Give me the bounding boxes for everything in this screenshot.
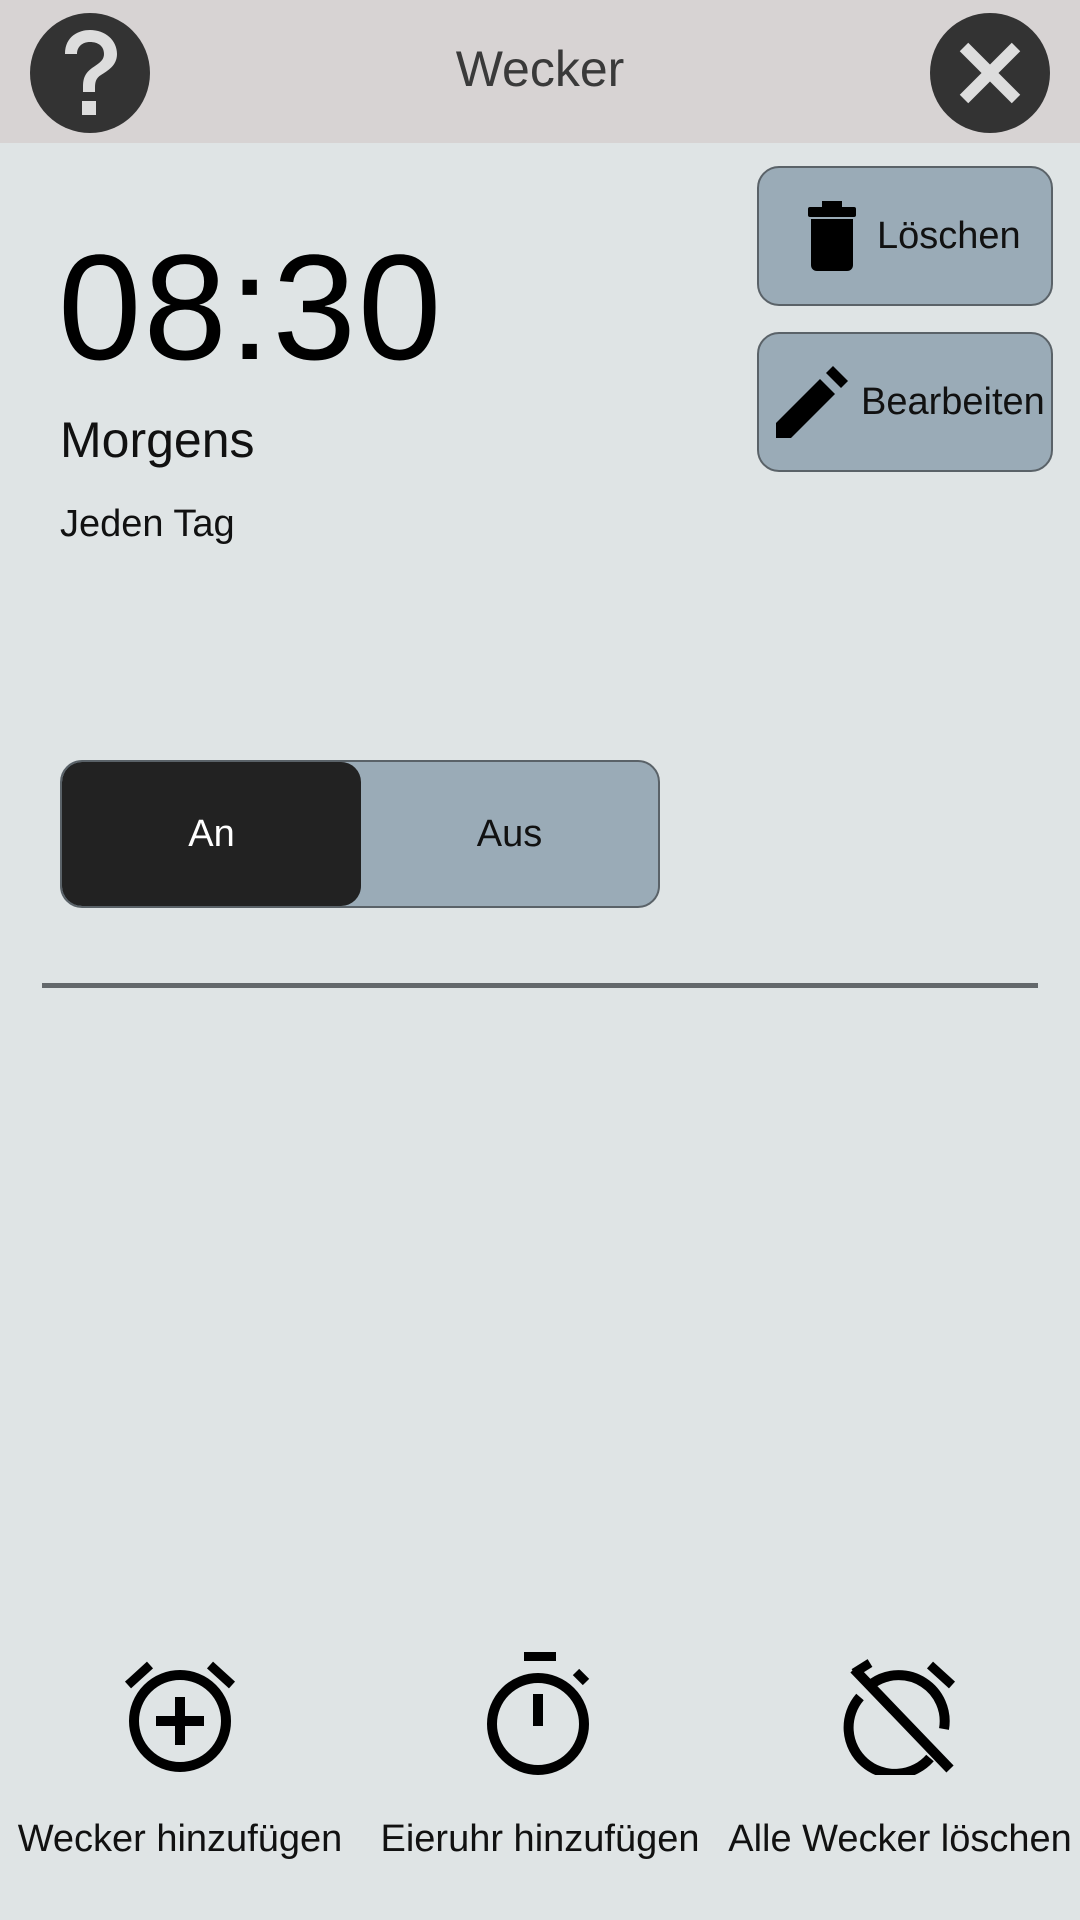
toggle-off-option[interactable]: Aus: [361, 762, 658, 906]
toggle-on-option[interactable]: An: [62, 762, 361, 906]
edit-alarm-label: Bearbeiten: [861, 380, 1045, 423]
add-alarm-button[interactable]: Wecker hinzufügen: [0, 1650, 360, 1890]
delete-all-alarms-button[interactable]: Alle Wecker löschen: [720, 1650, 1080, 1890]
stopwatch-icon: [475, 1650, 605, 1780]
delete-alarm-button[interactable]: Löschen: [757, 166, 1053, 306]
divider: [42, 983, 1038, 988]
close-icon: [959, 42, 1021, 104]
page-title: Wecker: [455, 41, 625, 97]
add-timer-label: Eieruhr hinzufügen: [380, 1818, 700, 1860]
alarm-repeat: Jeden Tag: [60, 503, 235, 545]
alarm-name: Morgens: [60, 412, 255, 468]
header-bar: Wecker: [0, 0, 1080, 143]
alarm-add-icon: [115, 1650, 245, 1780]
trash-icon: [805, 201, 859, 271]
close-button[interactable]: [930, 13, 1050, 133]
add-alarm-label: Wecker hinzufügen: [17, 1818, 343, 1860]
pencil-icon: [775, 366, 849, 438]
alarm-enable-toggle[interactable]: An Aus: [60, 760, 660, 908]
add-timer-button[interactable]: Eieruhr hinzufügen: [360, 1650, 720, 1890]
delete-all-alarms-label: Alle Wecker löschen: [728, 1818, 1072, 1860]
alarm-time: 08:30: [58, 223, 444, 391]
edit-alarm-button[interactable]: Bearbeiten: [757, 332, 1053, 472]
alarm-off-icon: [835, 1650, 965, 1780]
delete-alarm-label: Löschen: [877, 214, 1021, 257]
